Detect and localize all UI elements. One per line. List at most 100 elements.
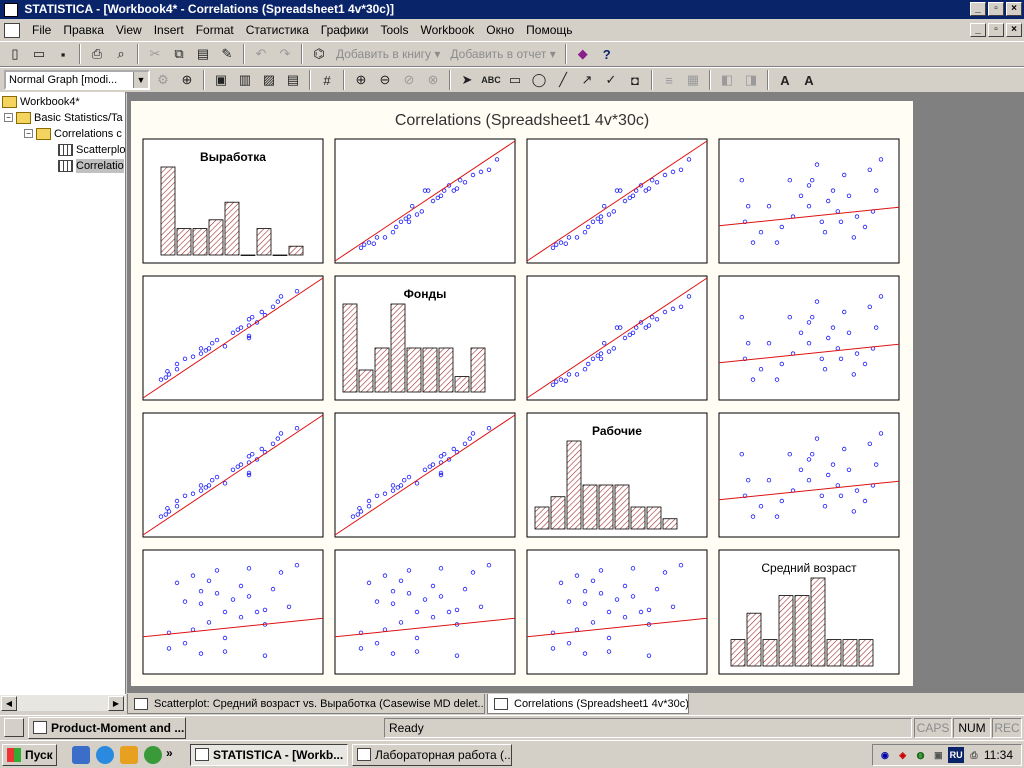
grid-icon[interactable]: # [316,69,338,91]
add-to-workbook-button[interactable]: Добавить в книгу ▾ [332,47,444,61]
menu-format[interactable]: Format [190,20,240,40]
histogram-bar [256,228,272,256]
print-preview-icon[interactable]: ⌕ [110,43,132,65]
undo-icon[interactable]: ↶ [250,43,272,65]
text-abc-icon[interactable]: ABC [480,69,502,91]
redo-icon[interactable]: ↷ [274,43,296,65]
scroll-left-icon[interactable]: ◀ [1,696,17,711]
document-menu-icon[interactable] [4,22,20,38]
statistica-app-icon[interactable] [4,2,18,17]
menu-graphs[interactable]: Графики [315,20,375,40]
help-book-icon[interactable]: ◆ [572,43,594,65]
collapse-icon[interactable]: − [24,129,33,138]
minimize-button[interactable]: _ [970,2,986,16]
menu-file[interactable]: File [26,20,57,40]
histogram-bar [630,506,646,530]
zoom-fit-icon[interactable]: ⊗ [422,69,444,91]
tree-node-correlations-folder[interactable]: − Correlations c [24,126,122,141]
zoom-tool-icon[interactable]: ⊕ [176,69,198,91]
menu-view[interactable]: View [110,20,148,40]
statistica-status-icon[interactable] [4,718,24,737]
marker-icon[interactable]: ◘ [624,69,646,91]
zoom-in-icon[interactable]: ⊕ [350,69,372,91]
maximize-button[interactable]: ▫ [988,2,1004,16]
tree-node-correlations[interactable]: Correlatio [58,158,124,173]
menu-help[interactable]: Помощь [520,20,578,40]
graph-style-select[interactable]: Normal Graph [modi... ▼ [4,70,150,90]
tray-printer-icon[interactable]: ⎙ [966,747,982,763]
font-increase-icon[interactable]: A [774,69,796,91]
save-icon[interactable]: ▪ [52,43,74,65]
media-player-icon[interactable] [144,746,162,764]
draw-check-icon[interactable]: ✓ [600,69,622,91]
tray-monitor-icon[interactable]: ▣ [930,747,946,763]
histogram-bar [598,484,614,530]
taskbar-statistica[interactable]: STATISTICA - [Workb... [190,744,348,766]
draw-arrow-icon[interactable]: ↗ [576,69,598,91]
tree-node-basic-statistics[interactable]: − Basic Statistics/Ta [4,110,123,125]
scatterplot-matrix[interactable]: Выработка Фонды Рабочие Средний возраст [131,101,913,686]
graph-plot-icon[interactable]: ▥ [234,69,256,91]
mdi-minimize-button[interactable]: _ [970,23,986,37]
graph-window[interactable]: Correlations (Spreadsheet1 4v*30c) Выраб… [131,101,913,686]
context-help-icon[interactable]: ? [596,43,618,65]
fill-pattern-icon[interactable]: ▦ [682,69,704,91]
taskbar-lab-work[interactable]: Лабораторная работа (... [352,744,512,766]
zoom-out-icon[interactable]: ⊖ [374,69,396,91]
graph-brush-icon[interactable]: ▨ [258,69,280,91]
font-decrease-icon[interactable]: A [798,69,820,91]
mdi-close-button[interactable]: × [1006,23,1022,37]
graph-options-icon[interactable]: ⚙ [152,69,174,91]
histogram-bar [470,347,486,393]
menu-statistics[interactable]: Статистика [240,20,315,40]
open-folder-icon[interactable]: ▭ [28,43,50,65]
tree-node-scatterplot[interactable]: Scatterplo [58,142,125,157]
mdi-restore-button[interactable]: ▫ [988,23,1004,37]
chevron-down-icon[interactable]: ▼ [133,72,148,88]
copy-icon[interactable]: ⧉ [168,43,190,65]
new-icon[interactable]: ▯ [4,43,26,65]
internet-explorer-icon[interactable] [96,746,114,764]
histogram-bar [438,347,454,393]
add-to-report-button[interactable]: Добавить в отчет ▾ [446,47,559,61]
tab-scatterplot[interactable]: Scatterplot: Средний возраст vs. Выработ… [127,694,485,714]
pointer-icon[interactable]: ➤ [456,69,478,91]
format-painter-icon[interactable]: ✎ [216,43,238,65]
collapse-icon[interactable]: − [4,113,13,122]
bring-front-icon[interactable]: ◧ [716,69,738,91]
quick-launch-more-icon[interactable]: » [166,746,178,764]
language-indicator[interactable]: RU [948,747,965,763]
cut-icon[interactable]: ✂ [144,43,166,65]
menu-tools[interactable]: Tools [374,20,414,40]
tree-horizontal-scrollbar[interactable]: ◀ ▶ [0,694,126,711]
draw-ellipse-icon[interactable]: ◯ [528,69,550,91]
paste-icon[interactable]: ▤ [192,43,214,65]
line-style-icon[interactable]: ≡ [658,69,680,91]
tree-node-workbook[interactable]: Workbook4* [2,94,80,109]
find-icon[interactable]: ⌬ [308,43,330,65]
scroll-right-icon[interactable]: ▶ [108,696,124,711]
menu-insert[interactable]: Insert [148,20,190,40]
menu-window[interactable]: Окно [480,20,520,40]
send-back-icon[interactable]: ◨ [740,69,762,91]
matrix-cell-3-2 [526,549,708,675]
draw-rect-icon[interactable]: ▭ [504,69,526,91]
menu-workbook[interactable]: Workbook [414,20,480,40]
print-icon[interactable]: ⎙ [86,43,108,65]
tray-volume-icon[interactable]: ◍ [913,747,929,763]
tray-antivirus-icon[interactable]: ◈ [895,747,911,763]
graph-select-icon[interactable]: ▣ [210,69,232,91]
tab-correlations[interactable]: Correlations (Spreadsheet1 4v*30c) [487,694,689,714]
zoom-reset-icon[interactable]: ⊘ [398,69,420,91]
graph-layout-icon[interactable]: ▤ [282,69,304,91]
outlook-icon[interactable] [120,746,138,764]
histogram-bar [826,639,842,667]
show-desktop-icon[interactable] [72,746,90,764]
start-button[interactable]: Пуск [2,744,57,766]
tray-network-icon[interactable]: ◉ [877,747,893,763]
close-button[interactable]: × [1006,2,1022,16]
analysis-task-button[interactable]: Product-Moment and ... [28,717,186,739]
document-tab-bar: Scatterplot: Средний возраст vs. Выработ… [127,692,1024,714]
draw-line-icon[interactable]: ╱ [552,69,574,91]
menu-edit[interactable]: Правка [57,20,110,40]
